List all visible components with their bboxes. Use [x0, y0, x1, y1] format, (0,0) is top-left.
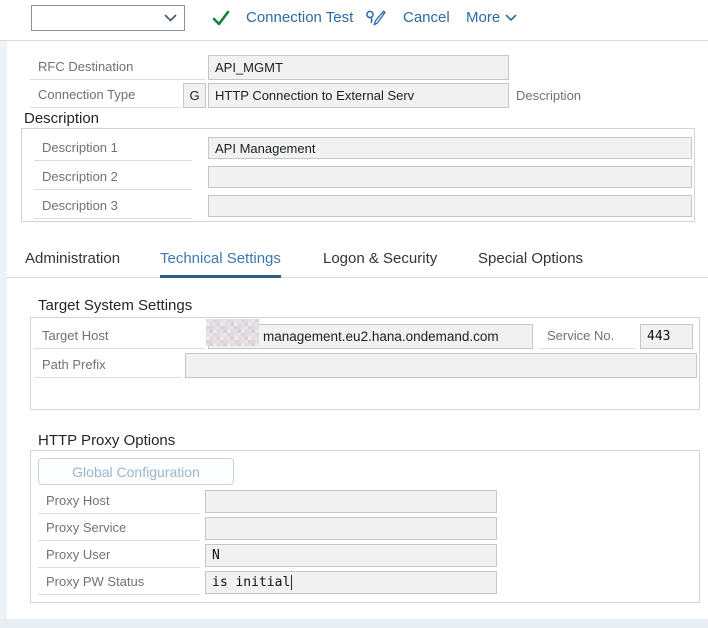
more-button[interactable]: More: [466, 9, 517, 26]
proxy-user-input[interactable]: N: [205, 544, 497, 567]
description1-input[interactable]: API Management: [208, 137, 692, 159]
connection-type-label: Connection Type: [30, 83, 181, 108]
proxy-section-title: HTTP Proxy Options: [38, 432, 175, 449]
proxy-service-input[interactable]: [205, 517, 497, 540]
connection-test-button[interactable]: Connection Test: [246, 9, 353, 26]
rfc-destination-window: Connection Test Cancel More RFC Destinat…: [0, 0, 708, 628]
chevron-down-icon: [505, 14, 517, 22]
description-section-title: Description: [24, 110, 99, 127]
proxy-service-label: Proxy Service: [38, 516, 200, 541]
command-combobox[interactable]: [31, 5, 185, 31]
description2-input[interactable]: [208, 166, 692, 188]
proxy-host-label: Proxy Host: [38, 489, 200, 514]
connection-type-text[interactable]: HTTP Connection to External Serv: [208, 83, 509, 108]
redacted-host-prefix: [206, 319, 259, 346]
target-section-title: Target System Settings: [38, 297, 192, 314]
text-cursor: [291, 575, 292, 590]
proxy-pw-status-label: Proxy PW Status: [38, 570, 200, 595]
target-host-label: Target Host: [34, 324, 205, 349]
description1-label: Description 1: [34, 136, 192, 161]
cancel-button[interactable]: Cancel: [403, 9, 450, 26]
proxy-host-input[interactable]: [205, 490, 497, 513]
path-prefix-label: Path Prefix: [34, 353, 182, 378]
more-label: More: [466, 9, 500, 26]
window-bottom-strip: [0, 619, 708, 628]
description-side-label: Description: [516, 88, 581, 103]
tab-administration[interactable]: Administration: [25, 250, 120, 275]
path-prefix-input[interactable]: [185, 353, 697, 378]
service-no-input[interactable]: 443: [640, 324, 693, 349]
description3-input[interactable]: [208, 195, 692, 217]
proxy-user-label: Proxy User: [38, 543, 200, 568]
tabstrip: Administration Technical Settings Logon …: [7, 244, 708, 278]
connection-type-input[interactable]: G: [183, 83, 206, 108]
tab-logon-security[interactable]: Logon & Security: [323, 250, 437, 275]
rfc-destination-input[interactable]: API_MGMT: [208, 55, 509, 80]
rfc-destination-label: RFC Destination: [30, 55, 205, 80]
service-no-label: Service No.: [539, 324, 635, 349]
description2-label: Description 2: [34, 165, 192, 190]
proxy-pw-status-value: is initial: [212, 575, 290, 590]
tab-technical-settings[interactable]: Technical Settings: [160, 250, 281, 278]
display-change-icon[interactable]: [363, 7, 387, 31]
global-configuration-button[interactable]: Global Configuration: [38, 458, 234, 485]
chevron-down-icon: [164, 14, 177, 22]
toolbar: Connection Test Cancel More: [0, 0, 708, 41]
window-edge-strip: [0, 41, 7, 628]
proxy-pw-status-input[interactable]: is initial: [205, 571, 497, 594]
description3-label: Description 3: [34, 194, 192, 219]
confirm-check-icon[interactable]: [210, 8, 232, 30]
tab-special-options[interactable]: Special Options: [478, 250, 583, 275]
